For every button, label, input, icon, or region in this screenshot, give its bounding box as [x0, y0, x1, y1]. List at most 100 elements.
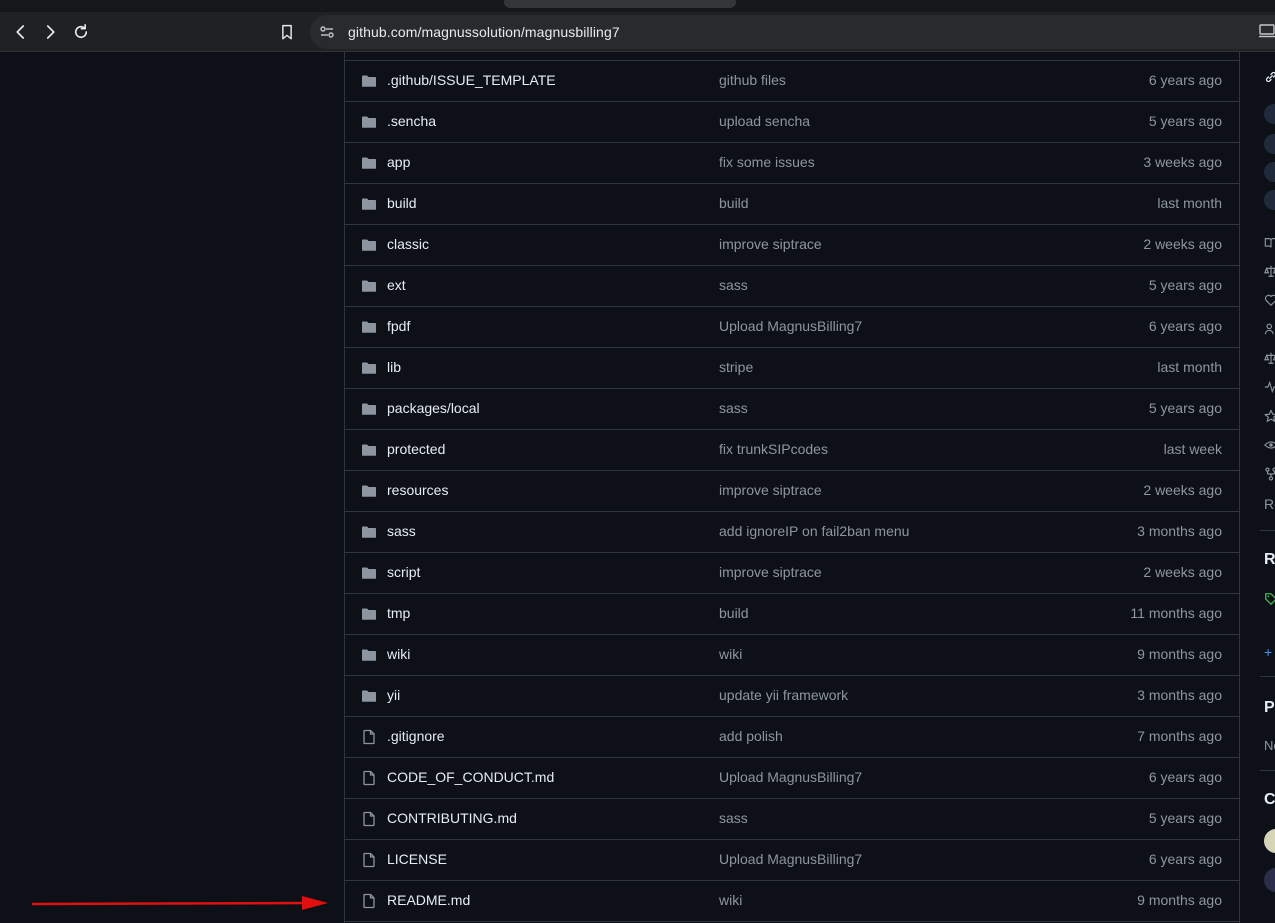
file-name-link[interactable]: LICENSE: [387, 851, 447, 867]
file-name-link[interactable]: build: [387, 195, 417, 211]
commit-message-link[interactable]: sass: [719, 277, 748, 293]
commit-message-link[interactable]: add ignoreIP on fail2ban menu: [719, 523, 909, 539]
browser-toolbar: github.com/magnussolution/magnusbilling7: [0, 0, 1275, 52]
file-name-link[interactable]: .sencha: [387, 113, 436, 129]
commit-message-link[interactable]: stripe: [719, 359, 753, 375]
back-button[interactable]: [9, 20, 33, 44]
packages-heading[interactable]: Pa: [1264, 699, 1275, 717]
topic-tag[interactable]: [1264, 190, 1275, 210]
active-tab[interactable]: [504, 0, 736, 8]
folder-row[interactable]: fpdf Upload MagnusBilling7 6 years ago: [345, 307, 1239, 348]
commit-message-link[interactable]: build: [719, 605, 749, 621]
topic-tag[interactable]: [1264, 104, 1275, 124]
folder-row[interactable]: sass add ignoreIP on fail2ban menu 3 month…: [345, 512, 1239, 553]
commit-date: 3 months ago: [1137, 687, 1222, 703]
folder-row[interactable]: classic improve siptrace 2 weeks ago: [345, 225, 1239, 266]
commit-message-link[interactable]: update yii framework: [719, 687, 848, 703]
topic-tag[interactable]: [1264, 162, 1275, 182]
folder-row[interactable]: ext sass 5 years ago: [345, 266, 1239, 307]
eye-icon[interactable]: [1264, 438, 1275, 452]
contributors-heading[interactable]: Co: [1264, 791, 1275, 809]
file-name-link[interactable]: wiki: [387, 646, 410, 662]
file-name-link[interactable]: classic: [387, 236, 429, 252]
folder-row[interactable]: .github/ISSUE_TEMPLATE github files 6 year…: [345, 61, 1239, 102]
file-name-link[interactable]: protected: [387, 441, 445, 457]
folder-row[interactable]: yii update yii framework 3 months ago: [345, 676, 1239, 717]
file-row[interactable]: CODE_OF_CONDUCT.md Upload MagnusBilling7 6…: [345, 758, 1239, 799]
bookmark-button[interactable]: [275, 20, 299, 44]
file-name-link[interactable]: README.md: [387, 892, 470, 908]
file-row[interactable]: LICENSE Upload MagnusBilling7 6 years ago: [345, 840, 1239, 881]
file-row[interactable]: README.md wiki 9 months ago: [345, 881, 1239, 922]
file-name-link[interactable]: ext: [387, 277, 406, 293]
file-name-link[interactable]: resources: [387, 482, 448, 498]
commit-message-link[interactable]: sass: [719, 810, 748, 826]
commit-message-link[interactable]: upload sencha: [719, 113, 810, 129]
link-icon[interactable]: [1264, 70, 1275, 84]
folder-row[interactable]: wiki wiki 9 months ago: [345, 635, 1239, 676]
folder-row[interactable]: app fix some issues 3 weeks ago: [345, 143, 1239, 184]
commit-message-link[interactable]: fix some issues: [719, 154, 815, 170]
scale-icon[interactable]: [1264, 264, 1275, 278]
commit-message-link[interactable]: improve siptrace: [719, 236, 822, 252]
folder-row[interactable]: resources improve siptrace 2 weeks ago: [345, 471, 1239, 512]
reload-button[interactable]: [69, 20, 93, 44]
file-name-link[interactable]: script: [387, 564, 420, 580]
address-bar[interactable]: github.com/magnussolution/magnusbilling7: [310, 15, 1275, 49]
folder-row[interactable]: packages/local sass 5 years ago: [345, 389, 1239, 430]
commit-message-link[interactable]: improve siptrace: [719, 482, 822, 498]
file-name-link[interactable]: CONTRIBUTING.md: [387, 810, 517, 826]
site-settings-icon[interactable]: [319, 24, 335, 40]
commit-message-link[interactable]: wiki: [719, 892, 742, 908]
commit-message-link[interactable]: Upload MagnusBilling7: [719, 769, 862, 785]
topic-tag[interactable]: [1264, 134, 1275, 154]
more-releases-link[interactable]: +: [1264, 644, 1272, 660]
commit-message-link[interactable]: add polish: [719, 728, 783, 744]
commit-message-link[interactable]: Upload MagnusBilling7: [719, 318, 862, 334]
file-name-link[interactable]: sass: [387, 523, 416, 539]
commit-message-link[interactable]: sass: [719, 400, 748, 416]
commit-message-link[interactable]: Upload MagnusBilling7: [719, 851, 862, 867]
file-name-link[interactable]: CODE_OF_CONDUCT.md: [387, 769, 554, 785]
cast-icon[interactable]: [1259, 24, 1275, 38]
commit-message-link[interactable]: fix trunkSIPcodes: [719, 441, 828, 457]
pulse-icon[interactable]: [1264, 380, 1275, 394]
people-icon[interactable]: [1264, 322, 1275, 336]
folder-row[interactable]: lib stripe last month: [345, 348, 1239, 389]
book-icon[interactable]: [1264, 236, 1275, 250]
commit-date: 5 years ago: [1148, 113, 1222, 129]
commit-date: 5 years ago: [1148, 400, 1222, 416]
folder-row[interactable]: tmp build 11 months ago: [345, 594, 1239, 635]
file-name-link[interactable]: yii: [387, 687, 400, 703]
commit-message-link[interactable]: improve siptrace: [719, 564, 822, 580]
scale-icon[interactable]: [1264, 351, 1275, 365]
contributor-avatar[interactable]: [1264, 868, 1275, 892]
file-row[interactable]: .gitignore add polish 7 months ago: [345, 717, 1239, 758]
contributor-avatar[interactable]: [1264, 829, 1275, 853]
tag-icon[interactable]: [1264, 592, 1275, 606]
releases-heading[interactable]: Re: [1264, 551, 1275, 569]
star-icon[interactable]: [1264, 409, 1275, 423]
folder-row[interactable]: .sencha upload sencha 5 years ago: [345, 102, 1239, 143]
folder-row[interactable]: script improve siptrace 2 weeks ago: [345, 553, 1239, 594]
folder-row[interactable]: protected fix trunkSIPcodes last week: [345, 430, 1239, 471]
file-name-link[interactable]: .gitignore: [387, 728, 445, 744]
file-name-link[interactable]: tmp: [387, 605, 410, 621]
forward-button[interactable]: [38, 20, 62, 44]
file-row[interactable]: CONTRIBUTING.md sass 5 years ago: [345, 799, 1239, 840]
file-icon: [361, 729, 377, 745]
file-name-link[interactable]: packages/local: [387, 400, 480, 416]
commit-date: 5 years ago: [1148, 277, 1222, 293]
file-name-link[interactable]: lib: [387, 359, 401, 375]
commit-message-link[interactable]: github files: [719, 72, 786, 88]
file-name-link[interactable]: .github/ISSUE_TEMPLATE: [387, 72, 556, 88]
file-name-link[interactable]: app: [387, 154, 410, 170]
commit-message-link[interactable]: build: [719, 195, 749, 211]
report-link[interactable]: Re: [1264, 496, 1275, 512]
commit-message-link[interactable]: wiki: [719, 646, 742, 662]
file-name-link[interactable]: fpdf: [387, 318, 410, 334]
fork-icon[interactable]: [1264, 467, 1275, 481]
file-icon: [361, 893, 377, 909]
folder-row[interactable]: build build last month: [345, 184, 1239, 225]
heart-pulse-icon[interactable]: [1264, 293, 1275, 307]
